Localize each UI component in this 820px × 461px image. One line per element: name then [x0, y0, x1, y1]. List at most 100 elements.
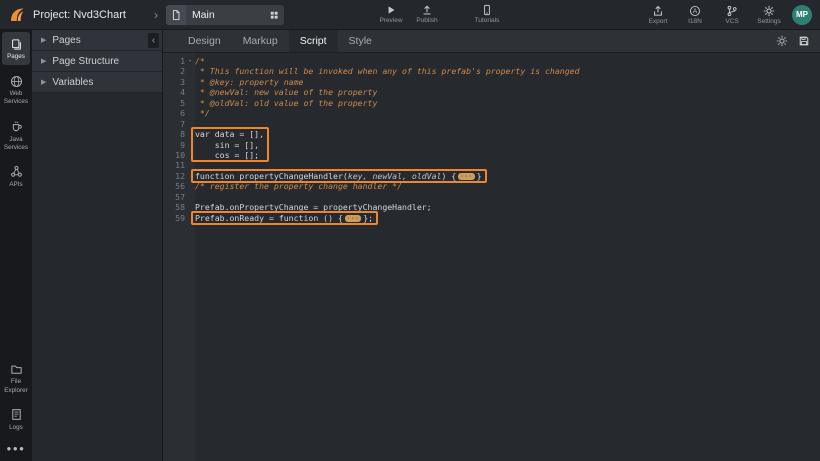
folded-code-pill[interactable]: ···: [458, 173, 474, 180]
top-bar: Project: Nvd3Chart › Main PreviewPublish…: [0, 0, 820, 30]
globe-icon: [10, 74, 23, 88]
code-segment-plain: }: [477, 171, 482, 181]
tab-style[interactable]: Style: [338, 30, 383, 52]
code-line-8[interactable]: 8 var data = [],: [163, 129, 820, 139]
action-publish[interactable]: Publish: [413, 3, 441, 24]
panel-section-pages[interactable]: ▶Pages: [32, 30, 162, 51]
tab-markup[interactable]: Markup: [232, 30, 289, 52]
action-settings[interactable]: Settings: [755, 4, 783, 25]
save-icon[interactable]: [798, 35, 810, 47]
panel-section-variables[interactable]: ▶Variables: [32, 72, 162, 93]
code-segment-comment: */: [195, 108, 210, 118]
api-icon: [10, 165, 23, 179]
code-segment-comment: * @oldVal: old value of the property: [195, 98, 377, 108]
code-line-6[interactable]: 6 */: [163, 108, 820, 118]
panel-section-label: Page Structure: [52, 56, 119, 67]
tab-design[interactable]: Design: [177, 30, 232, 52]
code-line-57[interactable]: 57: [163, 192, 820, 202]
branch-icon: [726, 4, 738, 17]
action-label-i18n: I18N: [688, 18, 702, 25]
top-bar-right: Export AI18N VCS Settings MP: [644, 4, 820, 25]
mobile-icon: [481, 3, 493, 16]
action-vcs[interactable]: VCS: [718, 4, 746, 25]
caret-right-icon: ▶: [41, 78, 46, 86]
code-line-12[interactable]: 12function propertyChangeHandler(key, ne…: [163, 171, 820, 181]
line-number: 5: [163, 98, 185, 108]
code-line-9[interactable]: 9 sin = [],: [163, 140, 820, 150]
code-text: sin = [],: [195, 140, 259, 150]
action-export[interactable]: Export: [644, 4, 672, 25]
tab-script[interactable]: Script: [289, 30, 338, 52]
code-text: */: [195, 108, 210, 118]
code-line-7[interactable]: 7: [163, 119, 820, 129]
line-number: 1: [163, 56, 185, 66]
gear-icon: [763, 4, 775, 17]
action-tutorials[interactable]: Tutorials: [473, 3, 501, 24]
code-segment-comment: /* register the property change handler …: [195, 181, 402, 191]
code-line-56[interactable]: 56/* register the property change handle…: [163, 181, 820, 191]
code-segment-plain: Prefab.onPropertyChange = propertyChange…: [195, 202, 432, 212]
user-avatar[interactable]: MP: [792, 5, 812, 25]
code-segment-plain: propertyChangeHandler(: [234, 171, 347, 181]
action-label-tutorials: Tutorials: [475, 17, 500, 24]
page-file-icon: [166, 5, 186, 25]
page-selector-value: Main: [186, 9, 264, 21]
code-line-59[interactable]: 59Prefab.onReady = function () {···};: [163, 213, 820, 223]
rail-item-label: Pages: [7, 53, 25, 61]
line-number: 12: [163, 171, 185, 181]
line-number: 10: [163, 150, 185, 160]
code-line-5[interactable]: 5 * @oldVal: old value of the property: [163, 98, 820, 108]
fold-toggle-icon[interactable]: -: [185, 56, 195, 66]
rail-item-pages[interactable]: Pages: [2, 32, 30, 65]
code-line-10[interactable]: 10 cos = [];: [163, 150, 820, 160]
folded-code-pill[interactable]: ···: [345, 215, 361, 222]
left-panel: ▶Pages▶Page Structure▶Variables ‹: [32, 30, 163, 461]
code-line-1[interactable]: 1-/*: [163, 56, 820, 66]
icon-rail-top: Pages Web Services Java Services APIs: [0, 30, 32, 195]
code-line-2[interactable]: 2 * This function will be invoked when a…: [163, 66, 820, 76]
rail-item-label: Web Services: [3, 90, 29, 106]
code-text: /*: [195, 56, 205, 66]
code-editor[interactable]: 1-/*2 * This function will be invoked wh…: [163, 53, 820, 461]
wavemaker-logo-icon[interactable]: [8, 6, 26, 24]
action-i18n[interactable]: AI18N: [681, 4, 709, 25]
page-selector[interactable]: Main: [166, 5, 284, 25]
grid-icon[interactable]: [264, 10, 284, 20]
code-line-3[interactable]: 3 * @key: property name: [163, 77, 820, 87]
rail-item-logs[interactable]: Logs: [2, 403, 30, 436]
caret-right-icon: ▶: [41, 36, 46, 44]
code-text: /* register the property change handler …: [195, 181, 402, 191]
translate-icon: A: [689, 4, 701, 17]
code-line-4[interactable]: 4 * @newVal: new value of the property: [163, 87, 820, 97]
tab-bar-actions: [776, 30, 820, 52]
rail-item-java-services[interactable]: Java Services: [2, 115, 30, 156]
code-line-58[interactable]: 58Prefab.onPropertyChange = propertyChan…: [163, 202, 820, 212]
rail-item-web-services[interactable]: Web Services: [2, 69, 30, 110]
action-label-publish: Publish: [416, 17, 437, 24]
more-options-button[interactable]: ●●●: [0, 438, 32, 461]
collapse-panel-button[interactable]: ‹: [148, 33, 159, 48]
tabs: DesignMarkupScriptStyle: [177, 30, 383, 52]
line-number: 4: [163, 87, 185, 97]
script-settings-gear-icon[interactable]: [776, 35, 788, 47]
code-text: * @newVal: new value of the property: [195, 87, 377, 97]
rail-item-apis[interactable]: APIs: [2, 160, 30, 193]
line-number: 8: [163, 129, 185, 139]
action-label-preview: Preview: [379, 17, 402, 24]
code-segment-plain: () {: [318, 213, 343, 223]
workspace: DesignMarkupScriptStyle 1-/*2 * This fun…: [163, 30, 820, 461]
rail-item-file-explorer[interactable]: File Explorer: [2, 357, 30, 398]
left-panel-sections: ▶Pages▶Page Structure▶Variables: [32, 30, 162, 93]
icon-rail-bottom: File Explorer Logs●●●: [0, 355, 32, 461]
action-preview[interactable]: Preview: [377, 3, 405, 24]
pages-icon: [10, 37, 23, 51]
panel-section-page-structure[interactable]: ▶Page Structure: [32, 51, 162, 72]
code-segment-param: key, newVal, oldVal: [348, 171, 442, 181]
code-line-11[interactable]: 11: [163, 160, 820, 170]
action-label-export: Export: [649, 18, 668, 25]
icon-rail: Pages Web Services Java Services APIs File …: [0, 30, 32, 461]
body: Pages Web Services Java Services APIs File …: [0, 30, 820, 461]
code-segment-keyword: function: [279, 213, 318, 223]
folder-icon: [10, 362, 23, 376]
code-text: var data = [],: [195, 129, 264, 139]
